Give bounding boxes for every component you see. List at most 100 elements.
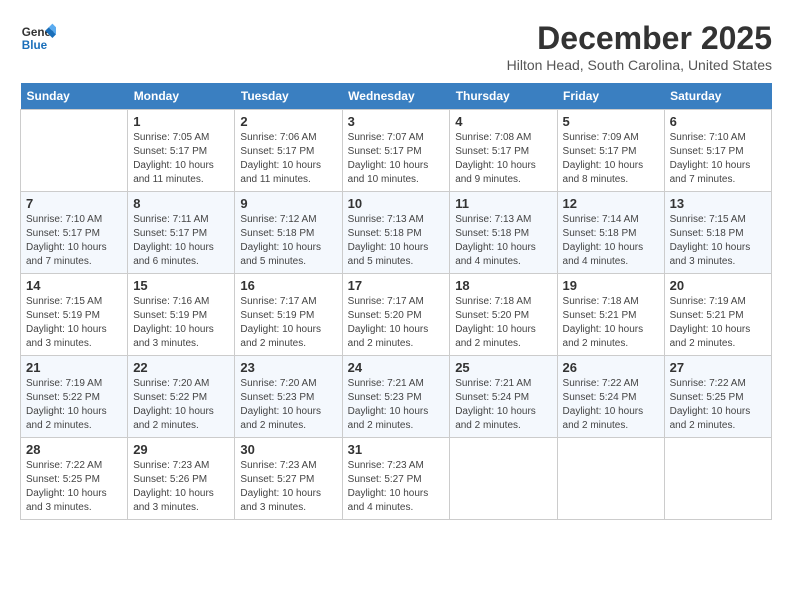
day-number: 24 <box>348 360 445 375</box>
calendar-cell: 5Sunrise: 7:09 AM Sunset: 5:17 PM Daylig… <box>557 110 664 192</box>
day-info: Sunrise: 7:23 AM Sunset: 5:26 PM Dayligh… <box>133 459 229 515</box>
calendar-cell: 26Sunrise: 7:22 AM Sunset: 5:24 PM Dayli… <box>557 356 664 438</box>
day-info: Sunrise: 7:20 AM Sunset: 5:22 PM Dayligh… <box>133 377 229 433</box>
day-number: 2 <box>240 114 336 129</box>
calendar-cell: 7 Sunrise: 7:10 AM Sunset: 5:17 PM Daylig… <box>21 192 128 274</box>
day-info: Sunrise: 7:20 AM Sunset: 5:23 PM Dayligh… <box>240 377 336 433</box>
day-info: Sunrise: 7:09 AM Sunset: 5:17 PM Dayligh… <box>563 131 659 187</box>
week-row-5: 28 Sunrise: 7:22 AM Sunset: 5:25 PM Dayli… <box>21 438 772 520</box>
day-info: Sunrise: 7:19 AM Sunset: 5:21 PM Dayligh… <box>670 295 766 351</box>
calendar-cell: 20 Sunrise: 7:19 AM Sunset: 5:21 PM Dayli… <box>664 274 771 356</box>
day-info: Sunrise: 7:15 AM Sunset: 5:19 PM Dayligh… <box>26 295 122 351</box>
title-block: December 2025 Hilton Head, South Carolin… <box>507 20 772 73</box>
day-info: Sunrise: 7:21 AM Sunset: 5:23 PM Dayligh… <box>348 377 445 433</box>
col-header-monday: Monday <box>128 83 235 110</box>
calendar-cell: 15Sunrise: 7:16 AM Sunset: 5:19 PM Dayli… <box>128 274 235 356</box>
week-row-4: 21 Sunrise: 7:19 AM Sunset: 5:22 PM Dayli… <box>21 356 772 438</box>
col-header-sunday: Sunday <box>21 83 128 110</box>
calendar-cell: 21 Sunrise: 7:19 AM Sunset: 5:22 PM Dayli… <box>21 356 128 438</box>
day-info: Sunrise: 7:11 AM Sunset: 5:17 PM Dayligh… <box>133 213 229 269</box>
day-info: Sunrise: 7:13 AM Sunset: 5:18 PM Dayligh… <box>455 213 551 269</box>
day-number: 21 <box>26 360 122 375</box>
week-row-1: 1 Sunrise: 7:05 AM Sunset: 5:17 PM Daylig… <box>21 110 772 192</box>
day-number: 13 <box>670 196 766 211</box>
day-info: Sunrise: 7:23 AM Sunset: 5:27 PM Dayligh… <box>240 459 336 515</box>
day-info: Sunrise: 7:17 AM Sunset: 5:19 PM Dayligh… <box>240 295 336 351</box>
week-row-3: 14 Sunrise: 7:15 AM Sunset: 5:19 PM Dayli… <box>21 274 772 356</box>
day-info: Sunrise: 7:10 AM Sunset: 5:17 PM Dayligh… <box>26 213 122 269</box>
day-number: 27 <box>670 360 766 375</box>
calendar-cell <box>21 110 128 192</box>
calendar-cell: 14 Sunrise: 7:15 AM Sunset: 5:19 PM Dayli… <box>21 274 128 356</box>
day-info: Sunrise: 7:19 AM Sunset: 5:22 PM Dayligh… <box>26 377 122 433</box>
day-number: 25 <box>455 360 551 375</box>
calendar-cell <box>664 438 771 520</box>
day-info: Sunrise: 7:14 AM Sunset: 5:18 PM Dayligh… <box>563 213 659 269</box>
calendar-cell: 1 Sunrise: 7:05 AM Sunset: 5:17 PM Daylig… <box>128 110 235 192</box>
day-info: Sunrise: 7:13 AM Sunset: 5:18 PM Dayligh… <box>348 213 445 269</box>
calendar-cell: 29 Sunrise: 7:23 AM Sunset: 5:26 PM Dayli… <box>128 438 235 520</box>
day-number: 15 <box>133 278 229 293</box>
col-header-tuesday: Tuesday <box>235 83 342 110</box>
day-number: 7 <box>26 196 122 211</box>
day-number: 23 <box>240 360 336 375</box>
calendar-cell: 3Sunrise: 7:07 AM Sunset: 5:17 PM Daylig… <box>342 110 450 192</box>
calendar-cell: 9 Sunrise: 7:12 AM Sunset: 5:18 PM Daylig… <box>235 192 342 274</box>
day-number: 16 <box>240 278 336 293</box>
col-header-saturday: Saturday <box>664 83 771 110</box>
svg-text:Blue: Blue <box>22 39 48 52</box>
day-info: Sunrise: 7:17 AM Sunset: 5:20 PM Dayligh… <box>348 295 445 351</box>
day-number: 14 <box>26 278 122 293</box>
calendar-cell: 6Sunrise: 7:10 AM Sunset: 5:17 PM Daylig… <box>664 110 771 192</box>
day-info: Sunrise: 7:18 AM Sunset: 5:20 PM Dayligh… <box>455 295 551 351</box>
day-number: 4 <box>455 114 551 129</box>
page-header: General Blue December 2025 Hilton Head, … <box>20 20 772 73</box>
logo: General Blue <box>20 20 56 56</box>
day-number: 8 <box>133 196 229 211</box>
calendar-cell: 10 Sunrise: 7:13 AM Sunset: 5:18 PM Dayli… <box>342 192 450 274</box>
day-number: 1 <box>133 114 229 129</box>
day-info: Sunrise: 7:12 AM Sunset: 5:18 PM Dayligh… <box>240 213 336 269</box>
calendar-cell: 31 Sunrise: 7:23 AM Sunset: 5:27 PM Dayli… <box>342 438 450 520</box>
calendar-cell: 25 Sunrise: 7:21 AM Sunset: 5:24 PM Dayli… <box>450 356 557 438</box>
day-info: Sunrise: 7:22 AM Sunset: 5:25 PM Dayligh… <box>670 377 766 433</box>
day-info: Sunrise: 7:07 AM Sunset: 5:17 PM Dayligh… <box>348 131 445 187</box>
day-info: Sunrise: 7:23 AM Sunset: 5:27 PM Dayligh… <box>348 459 445 515</box>
day-number: 10 <box>348 196 445 211</box>
day-number: 19 <box>563 278 659 293</box>
day-info: Sunrise: 7:08 AM Sunset: 5:17 PM Dayligh… <box>455 131 551 187</box>
day-number: 17 <box>348 278 445 293</box>
calendar-cell: 17 Sunrise: 7:17 AM Sunset: 5:20 PM Dayli… <box>342 274 450 356</box>
month-title: December 2025 <box>507 20 772 57</box>
day-number: 9 <box>240 196 336 211</box>
calendar-table: SundayMondayTuesdayWednesdayThursdayFrid… <box>20 83 772 520</box>
day-info: Sunrise: 7:18 AM Sunset: 5:21 PM Dayligh… <box>563 295 659 351</box>
day-info: Sunrise: 7:22 AM Sunset: 5:25 PM Dayligh… <box>26 459 122 515</box>
calendar-cell: 16 Sunrise: 7:17 AM Sunset: 5:19 PM Dayli… <box>235 274 342 356</box>
day-info: Sunrise: 7:05 AM Sunset: 5:17 PM Dayligh… <box>133 131 229 187</box>
calendar-cell: 12 Sunrise: 7:14 AM Sunset: 5:18 PM Dayli… <box>557 192 664 274</box>
day-number: 29 <box>133 442 229 457</box>
calendar-cell: 19 Sunrise: 7:18 AM Sunset: 5:21 PM Dayli… <box>557 274 664 356</box>
day-number: 30 <box>240 442 336 457</box>
day-number: 20 <box>670 278 766 293</box>
day-number: 11 <box>455 196 551 211</box>
calendar-cell: 13 Sunrise: 7:15 AM Sunset: 5:18 PM Dayli… <box>664 192 771 274</box>
day-number: 12 <box>563 196 659 211</box>
calendar-cell: 27 Sunrise: 7:22 AM Sunset: 5:25 PM Dayli… <box>664 356 771 438</box>
day-info: Sunrise: 7:15 AM Sunset: 5:18 PM Dayligh… <box>670 213 766 269</box>
day-info: Sunrise: 7:21 AM Sunset: 5:24 PM Dayligh… <box>455 377 551 433</box>
calendar-cell: 30 Sunrise: 7:23 AM Sunset: 5:27 PM Dayli… <box>235 438 342 520</box>
calendar-cell: 11 Sunrise: 7:13 AM Sunset: 5:18 PM Dayli… <box>450 192 557 274</box>
week-row-2: 7 Sunrise: 7:10 AM Sunset: 5:17 PM Daylig… <box>21 192 772 274</box>
calendar-cell: 4 Sunrise: 7:08 AM Sunset: 5:17 PM Daylig… <box>450 110 557 192</box>
col-header-thursday: Thursday <box>450 83 557 110</box>
col-header-friday: Friday <box>557 83 664 110</box>
calendar-cell: 2Sunrise: 7:06 AM Sunset: 5:17 PM Daylig… <box>235 110 342 192</box>
day-number: 28 <box>26 442 122 457</box>
calendar-cell: 24 Sunrise: 7:21 AM Sunset: 5:23 PM Dayli… <box>342 356 450 438</box>
calendar-cell <box>557 438 664 520</box>
day-number: 31 <box>348 442 445 457</box>
day-number: 22 <box>133 360 229 375</box>
day-info: Sunrise: 7:10 AM Sunset: 5:17 PM Dayligh… <box>670 131 766 187</box>
